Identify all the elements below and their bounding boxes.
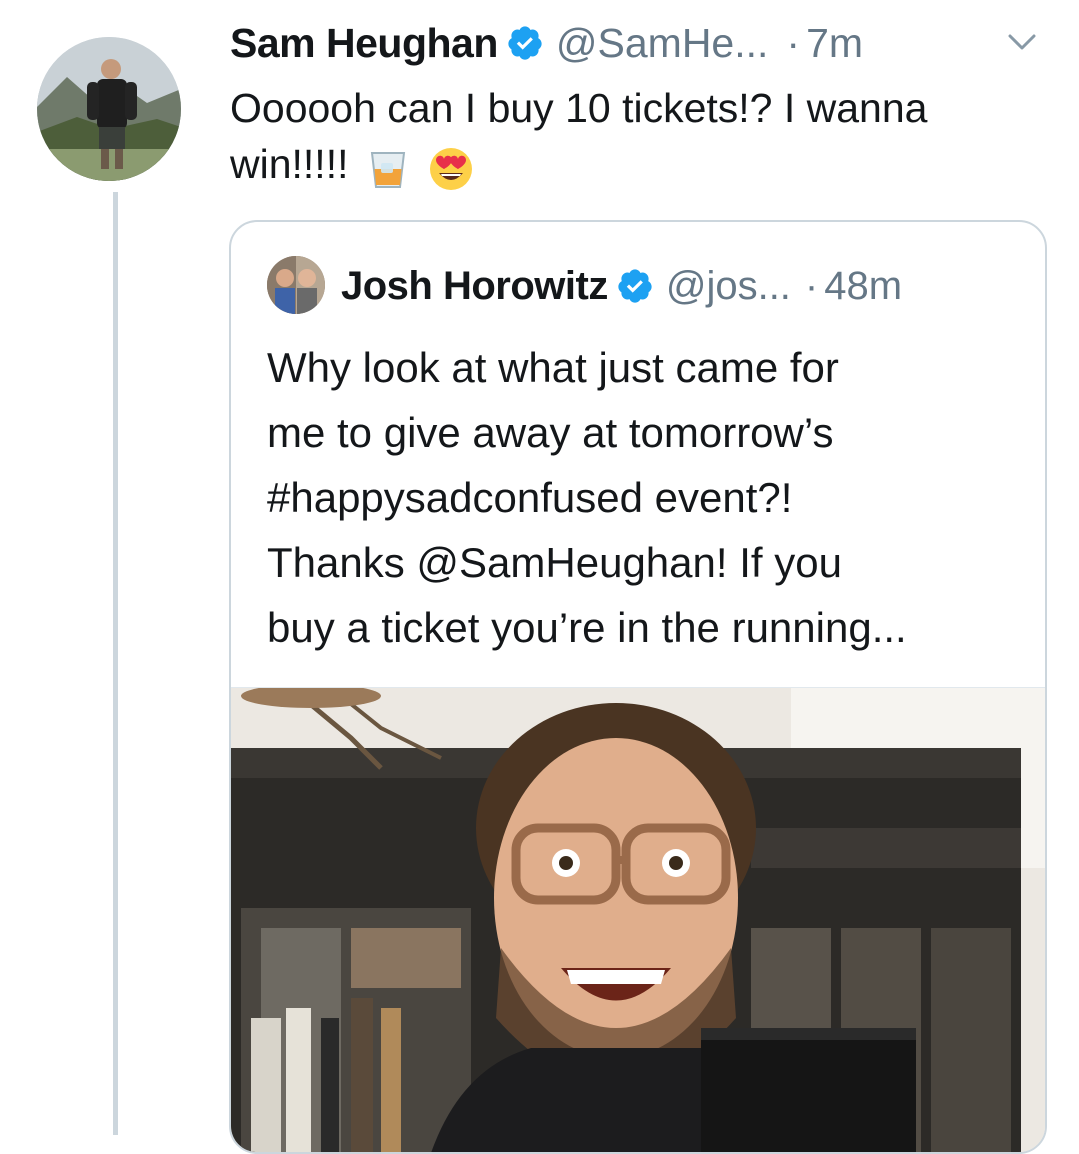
tweet[interactable]: Sam Heughan @SamHe... · 7m Oooooh can I … [0, 0, 1079, 1154]
quoted-author-handle[interactable]: @jos... [666, 264, 791, 309]
quoted-text-line[interactable]: #happysadconfused event?! [267, 465, 1007, 530]
separator-dot: · [804, 263, 819, 308]
tweet-timestamp[interactable]: 7m [806, 20, 863, 67]
quoted-tweet-header: Josh Horowitz @jos... · 48m [341, 256, 902, 316]
quoted-tweet-photo[interactable] [231, 687, 1045, 1152]
separator-dot: · [786, 19, 801, 66]
verified-badge-icon [616, 267, 654, 305]
tweet-header: Sam Heughan @SamHe... · 7m [230, 14, 863, 72]
tumbler-glass-emoji [364, 143, 412, 191]
verified-badge-icon [506, 24, 544, 62]
chevron-down-icon[interactable] [1002, 22, 1042, 62]
quoted-author-avatar[interactable] [267, 256, 325, 314]
quoted-author-name[interactable]: Josh Horowitz [341, 264, 608, 309]
author-handle[interactable]: @SamHe... [556, 20, 769, 67]
quoted-text-line: buy a ticket you’re in the running... [267, 604, 907, 651]
quoted-text-line: me to give away at tomorrow’s [267, 409, 834, 456]
quoted-tweet-text: Why look at what just came for me to giv… [267, 335, 1007, 660]
quoted-text-line: Thanks @SamHeughan! If you [267, 539, 842, 586]
quoted-tweet-timestamp[interactable]: 48m [824, 264, 902, 309]
thread-line [113, 192, 118, 1135]
heart-eyes-emoji [427, 143, 475, 191]
quoted-tweet-card[interactable]: Josh Horowitz @jos... · 48m Why look at … [229, 220, 1047, 1154]
author-name[interactable]: Sam Heughan [230, 20, 498, 67]
tweet-text: Oooooh can I buy 10 tickets!? I wanna wi… [230, 80, 1030, 192]
quoted-text-line: Why look at what just came for [267, 344, 839, 391]
tweet-text-content: Oooooh can I buy 10 tickets!? I wanna wi… [230, 85, 928, 187]
author-avatar[interactable] [37, 37, 181, 181]
